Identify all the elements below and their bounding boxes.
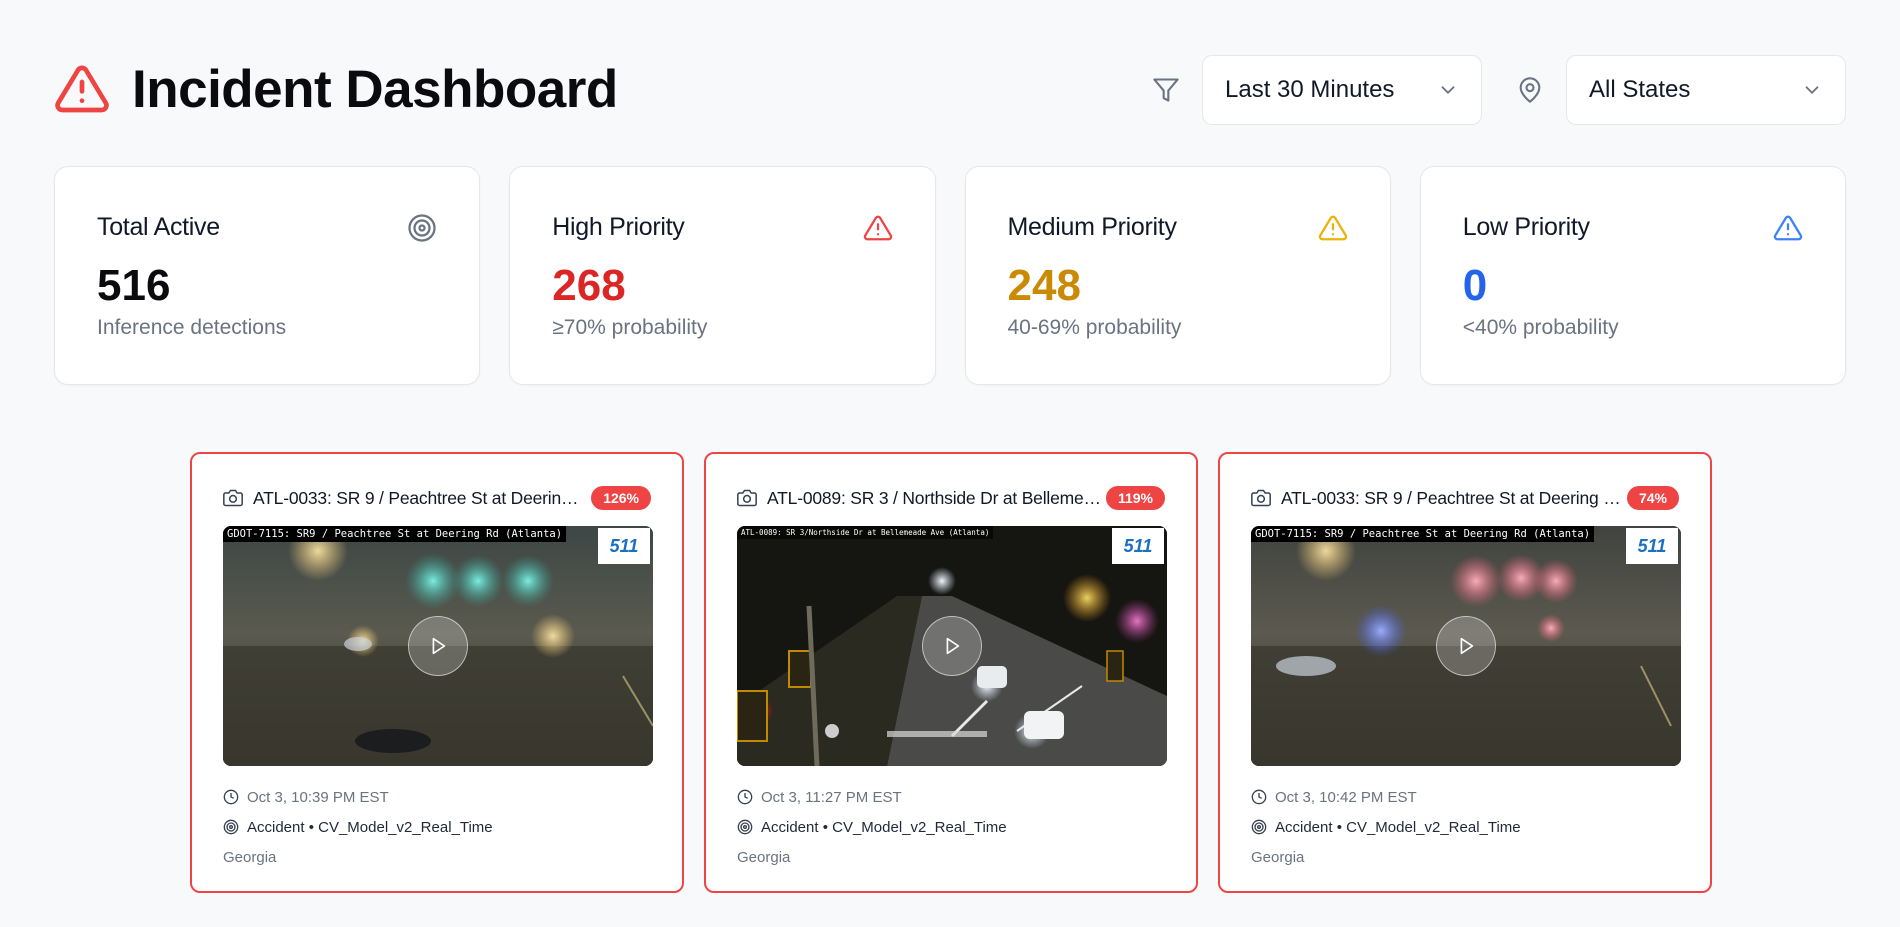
title-wrap: Incident Dashboard: [54, 61, 618, 117]
alert-triangle-yellow-icon: [1318, 215, 1347, 241]
stat-sub: <40% probability: [1462, 316, 1619, 339]
incident-card[interactable]: ATL-0033: SR 9 / Peachtree St at Deering…: [190, 452, 684, 893]
incident-card[interactable]: ATL-0089: SR 3 / Northside Dr at Belleme…: [704, 452, 1198, 893]
incident-state: Georgia: [223, 848, 277, 866]
time-range-select[interactable]: Last 30 Minutes: [1202, 55, 1482, 125]
map-pin-icon: [1514, 74, 1546, 106]
state-select[interactable]: All States: [1566, 55, 1846, 125]
play-button[interactable]: [922, 616, 982, 676]
incident-title: ATL-0033: SR 9 / Peachtree St at Deering…: [1281, 487, 1623, 508]
camera-caption: GDOT-7115: SR9 / Peachtree St at Deering…: [1251, 526, 1595, 542]
alert-triangle-blue-icon: [1773, 215, 1803, 241]
camera-icon: [223, 489, 243, 507]
camera-feed[interactable]: GDOT-7115: SR9 / Peachtree St at Deering…: [223, 526, 653, 766]
camera-icon: [737, 489, 757, 507]
incident-title: ATL-0033: SR 9 / Peachtree St at Deering…: [253, 487, 588, 508]
probability-badge: 119%: [1105, 486, 1165, 510]
incident-time-row: Oct 3, 10:39 PM EST: [223, 782, 651, 812]
incident-header: ATL-0033: SR 9 / Peachtree St at Deering…: [223, 484, 651, 512]
incident-title: ATL-0089: SR 3 / Northside Dr at Belleme…: [767, 487, 1102, 508]
chevron-down-icon: [1441, 86, 1455, 95]
incident-time: Oct 3, 10:42 PM EST: [1275, 788, 1417, 806]
stat-value: 0: [1462, 261, 1488, 310]
incident-type: Accident • CV_Model_v2_Real_Time: [761, 818, 1007, 836]
stat-value: 268: [552, 261, 626, 310]
play-icon: [432, 637, 446, 655]
stat-value: 248: [1007, 261, 1081, 310]
page-title: Incident Dashboard: [132, 59, 618, 119]
incident-state: Georgia: [737, 848, 791, 866]
target-icon: [1251, 819, 1267, 835]
stat-card-low-priority: Low Priority 0 <40% probability: [1419, 166, 1846, 385]
incident-time: Oct 3, 10:39 PM EST: [247, 788, 389, 806]
probability-badge: 126%: [591, 486, 651, 510]
stat-label: Low Priority: [1462, 213, 1590, 241]
incident-type: Accident • CV_Model_v2_Real_Time: [247, 818, 493, 836]
511-logo: 511: [1112, 528, 1164, 564]
target-icon: [408, 214, 436, 242]
stat-sub: 40-69% probability: [1007, 316, 1182, 339]
clock-icon: [737, 789, 753, 805]
filters: Last 30 Minutes All States: [1150, 55, 1846, 125]
stat-label: High Priority: [552, 213, 685, 241]
incident-type: Accident • CV_Model_v2_Real_Time: [1275, 818, 1521, 836]
stat-label: Medium Priority: [1007, 213, 1177, 241]
incident-card[interactable]: ATL-0033: SR 9 / Peachtree St at Deering…: [1218, 452, 1712, 893]
incident-type-row: Accident • CV_Model_v2_Real_Time: [1251, 812, 1679, 842]
incident-time: Oct 3, 11:27 PM EST: [761, 788, 902, 806]
camera-caption: ATL-0089: SR 3/Northside Dr at Bellemead…: [737, 526, 994, 539]
play-button[interactable]: [408, 616, 468, 676]
alert-triangle-icon: [55, 65, 109, 113]
stats-row: Total Active 516 Inference detections Hi…: [54, 166, 1846, 385]
incident-type-row: Accident • CV_Model_v2_Real_Time: [737, 812, 1165, 842]
target-icon: [737, 819, 753, 835]
clock-icon: [223, 789, 239, 805]
play-icon: [1460, 637, 1474, 655]
incident-state: Georgia: [1251, 848, 1305, 866]
stat-sub: Inference detections: [97, 316, 287, 339]
incident-list: ATL-0033: SR 9 / Peachtree St at Deering…: [190, 452, 1712, 893]
filter-icon: [1150, 74, 1182, 106]
time-range-value: Last 30 Minutes: [1225, 76, 1395, 103]
chevron-down-icon: [1805, 86, 1819, 95]
incident-type-row: Accident • CV_Model_v2_Real_Time: [223, 812, 651, 842]
clock-icon: [1251, 789, 1267, 805]
stat-value: 516: [97, 261, 171, 310]
stat-card-total-active: Total Active 516 Inference detections: [54, 166, 481, 385]
incident-time-row: Oct 3, 11:27 PM EST: [737, 782, 1165, 812]
incident-meta: Oct 3, 10:39 PM EST Accident • CV_Model_…: [223, 782, 651, 872]
play-button[interactable]: [1436, 616, 1496, 676]
incident-header: ATL-0089: SR 3 / Northside Dr at Belleme…: [737, 484, 1165, 512]
incident-header: ATL-0033: SR 9 / Peachtree St at Deering…: [1251, 484, 1679, 512]
alert-triangle-red-icon: [863, 215, 892, 241]
stat-label: Total Active: [97, 213, 220, 241]
play-icon: [946, 637, 960, 655]
511-logo: 511: [598, 528, 650, 564]
stat-card-medium-priority: Medium Priority 248 40-69% probability: [964, 166, 1391, 385]
incident-meta: Oct 3, 10:42 PM EST Accident • CV_Model_…: [1251, 782, 1679, 872]
camera-caption: GDOT-7115: SR9 / Peachtree St at Deering…: [223, 526, 567, 542]
stat-card-high-priority: High Priority 268 ≥70% probability: [509, 166, 936, 385]
stat-sub: ≥70% probability: [552, 316, 708, 339]
incident-meta: Oct 3, 11:27 PM EST Accident • CV_Model_…: [737, 782, 1165, 872]
camera-feed[interactable]: GDOT-7115: SR9 / Peachtree St at Deering…: [1251, 526, 1681, 766]
511-logo: 511: [1626, 528, 1678, 564]
header: Incident Dashboard Last 30 Minutes All S…: [54, 55, 1846, 125]
incident-time-row: Oct 3, 10:42 PM EST: [1251, 782, 1679, 812]
camera-icon: [1251, 489, 1271, 507]
camera-feed[interactable]: ATL-0089: SR 3/Northside Dr at Bellemead…: [737, 526, 1167, 766]
probability-badge: 74%: [1626, 486, 1679, 510]
target-icon: [223, 819, 239, 835]
state-value: All States: [1589, 76, 1691, 103]
